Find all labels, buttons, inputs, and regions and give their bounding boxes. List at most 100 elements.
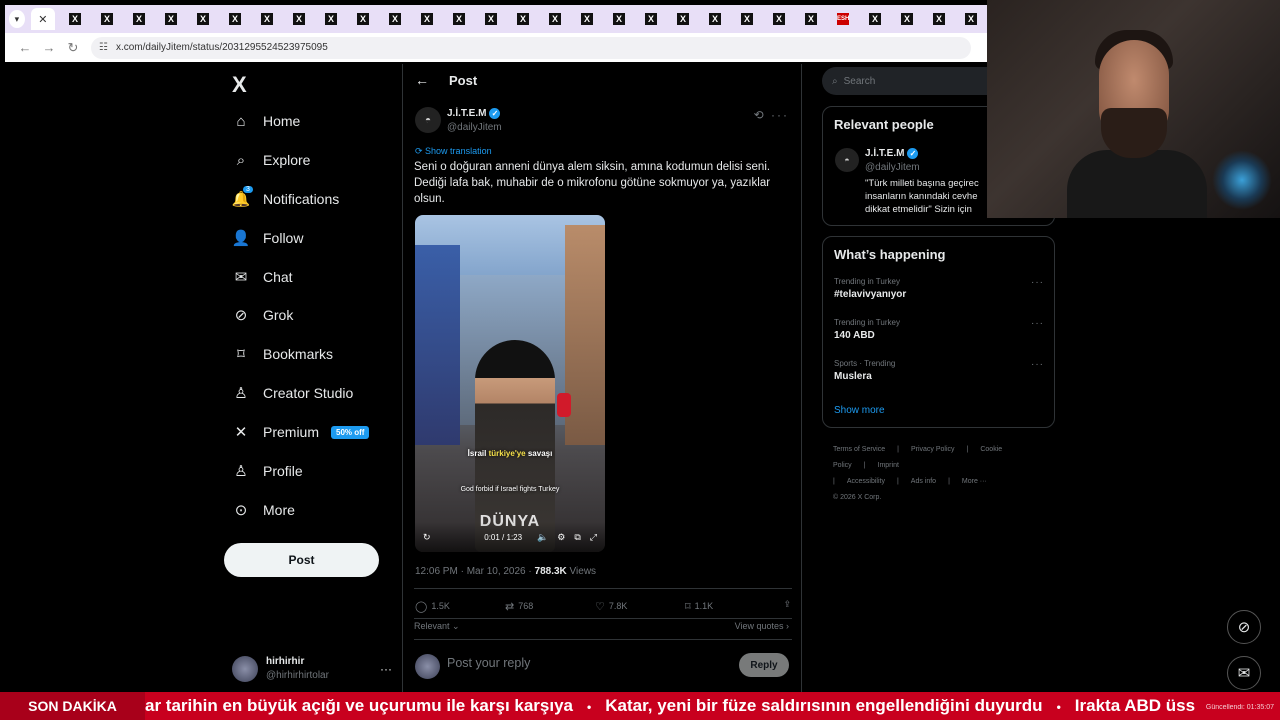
browser-tab[interactable]: X bbox=[91, 8, 123, 30]
more-icon[interactable]: ··· bbox=[1031, 277, 1044, 288]
nav-item-bookmarks[interactable]: ⌑ Bookmarks bbox=[232, 339, 333, 369]
browser-tab[interactable]: X bbox=[923, 8, 955, 30]
footer-link[interactable]: Imprint bbox=[878, 462, 899, 469]
reply-button[interactable]: Reply bbox=[739, 653, 789, 677]
nav-item-creator-studio[interactable]: ♙ Creator Studio bbox=[232, 378, 353, 408]
footer-separator: | bbox=[966, 446, 969, 453]
author-name[interactable]: J.İ.T.E.M ✓ bbox=[447, 108, 501, 119]
reply-sort-dropdown[interactable]: Relevant ⌄ bbox=[414, 621, 460, 632]
trend-item[interactable]: Trending in Turkey #telavivyanıyor ··· bbox=[834, 277, 1044, 300]
browser-tab[interactable]: X bbox=[155, 8, 187, 30]
x-favicon-icon: X bbox=[581, 13, 593, 25]
grok-float-icon[interactable]: ⊘ bbox=[1227, 610, 1261, 644]
browser-tab[interactable]: X bbox=[379, 8, 411, 30]
nav-item-grok[interactable]: ⊘ Grok bbox=[232, 300, 294, 330]
browser-tab[interactable]: X bbox=[475, 8, 507, 30]
close-tab-icon[interactable]: ✕ bbox=[38, 13, 47, 26]
trend-item[interactable]: Sports · Trending Muslera ··· bbox=[834, 359, 1044, 382]
browser-tab[interactable]: X bbox=[443, 8, 475, 30]
browser-tab[interactable]: X bbox=[795, 8, 827, 30]
browser-tab[interactable]: X bbox=[123, 8, 155, 30]
browser-tab[interactable]: X bbox=[667, 8, 699, 30]
post-options[interactable]: ⟲ ··· bbox=[754, 108, 789, 122]
back-arrow-icon[interactable]: ← bbox=[415, 72, 429, 88]
x-logo[interactable]: X bbox=[232, 72, 247, 98]
nav-item-follow[interactable]: 👤 Follow bbox=[232, 223, 304, 253]
browser-tab[interactable]: X bbox=[187, 8, 219, 30]
browser-tab[interactable]: X bbox=[251, 8, 283, 30]
browser-tab[interactable]: X bbox=[283, 8, 315, 30]
trend-item[interactable]: Trending in Turkey 140 ABD ··· bbox=[834, 318, 1044, 341]
account-switcher[interactable]: hirhirhir @hirhirhirtolar ··· bbox=[232, 654, 392, 684]
nav-item-profile[interactable]: ♙ Profile bbox=[232, 456, 302, 486]
browser-tab[interactable]: X bbox=[859, 8, 891, 30]
search-input[interactable]: ⌕ Search bbox=[822, 67, 990, 95]
reply-input[interactable]: Post your reply bbox=[447, 656, 530, 670]
back-nav-icon[interactable]: ← bbox=[13, 40, 37, 55]
nav-item-premium[interactable]: ✕ Premium 50% off bbox=[232, 417, 370, 447]
tab-dropdown-button[interactable]: ▾ bbox=[9, 10, 25, 28]
author-avatar[interactable]: ◓ bbox=[415, 107, 441, 133]
browser-tab[interactable]: X bbox=[507, 8, 539, 30]
person-avatar[interactable]: ◓ bbox=[835, 148, 859, 172]
ticker-bullet: • bbox=[587, 700, 592, 714]
forward-nav-icon[interactable]: → bbox=[37, 40, 61, 55]
footer-link[interactable]: Privacy Policy bbox=[911, 446, 955, 453]
more-icon[interactable]: ··· bbox=[771, 108, 789, 122]
footer-link[interactable]: © 2026 X Corp. bbox=[833, 494, 881, 501]
account-more-icon[interactable]: ··· bbox=[380, 662, 392, 676]
post-button[interactable]: Post bbox=[224, 543, 379, 577]
browser-tab[interactable]: X bbox=[635, 8, 667, 30]
nav-item-more[interactable]: ⊙ More bbox=[232, 495, 295, 525]
nav-item-notifications[interactable]: 🔔 Notifications 3 bbox=[232, 184, 339, 214]
more-icon[interactable]: ··· bbox=[1031, 359, 1044, 370]
show-translation-link[interactable]: ⟳ Show translation bbox=[415, 146, 492, 157]
browser-tab[interactable]: X bbox=[731, 8, 763, 30]
url-field[interactable]: ☷ x.com/dailyJitem/status/20312955245239… bbox=[91, 36, 971, 59]
footer-link[interactable]: Accessibility bbox=[847, 478, 885, 485]
person-handle[interactable]: @dailyJitem bbox=[865, 162, 920, 173]
browser-tab-esh[interactable]: ESH bbox=[827, 8, 859, 30]
volume-icon[interactable]: 🔈 bbox=[537, 532, 548, 543]
person-name[interactable]: J.İ.T.E.M ✓ bbox=[865, 148, 919, 159]
fullscreen-icon[interactable]: ⤢ bbox=[590, 532, 597, 543]
browser-tab[interactable]: X bbox=[219, 8, 251, 30]
bookmark-action[interactable]: ⌑ 1.1K bbox=[685, 599, 775, 613]
nav-item-home[interactable]: ⌂ Home bbox=[232, 106, 300, 136]
footer-link[interactable]: Ads info bbox=[911, 478, 936, 485]
author-handle[interactable]: @dailyJitem bbox=[447, 122, 502, 133]
browser-tab[interactable]: X bbox=[603, 8, 635, 30]
browser-tab[interactable]: X bbox=[539, 8, 571, 30]
browser-tab[interactable]: X bbox=[59, 8, 91, 30]
repost-action[interactable]: ⇄ 768 bbox=[505, 599, 595, 613]
view-quotes-link[interactable]: View quotes › bbox=[735, 621, 789, 631]
active-tab[interactable]: ✕ bbox=[30, 8, 55, 30]
browser-tab[interactable]: X bbox=[955, 8, 987, 30]
footer-link[interactable]: Terms of Service bbox=[833, 446, 885, 453]
post-video[interactable]: İsrail türkiye'ye savaşı God forbid if I… bbox=[415, 215, 605, 552]
browser-tab[interactable]: X bbox=[347, 8, 379, 30]
settings-icon[interactable]: ⚙ bbox=[557, 532, 565, 543]
reply-action[interactable]: ◯ 1.5K bbox=[415, 599, 505, 613]
pip-icon[interactable]: ⧉ bbox=[574, 532, 580, 543]
browser-tab[interactable]: X bbox=[411, 8, 443, 30]
browser-tab[interactable]: X bbox=[891, 8, 923, 30]
nav-item-chat[interactable]: ✉ Chat bbox=[232, 262, 293, 292]
like-action[interactable]: ♡ 7.8K bbox=[595, 599, 685, 613]
browser-tab[interactable]: X bbox=[699, 8, 731, 30]
nav-item-explore[interactable]: ⌕ Explore bbox=[232, 145, 311, 175]
messages-float-icon[interactable]: ✉ bbox=[1227, 656, 1261, 690]
replay-icon[interactable]: ↻ bbox=[423, 532, 431, 543]
reload-icon[interactable]: ↻ bbox=[61, 40, 85, 56]
more-icon[interactable]: ··· bbox=[1031, 318, 1044, 329]
nav-label: Home bbox=[263, 113, 301, 129]
site-info-icon[interactable]: ☷ bbox=[99, 42, 108, 53]
translate-icon: ⟳ bbox=[415, 146, 426, 156]
grok-icon[interactable]: ⟲ bbox=[754, 108, 766, 122]
browser-tab[interactable]: X bbox=[315, 8, 347, 30]
browser-tab[interactable]: X bbox=[571, 8, 603, 30]
footer-link[interactable]: More ··· bbox=[962, 478, 987, 485]
share-icon[interactable]: ⇪ bbox=[783, 599, 791, 613]
browser-tab[interactable]: X bbox=[763, 8, 795, 30]
show-more-link[interactable]: Show more bbox=[834, 405, 885, 416]
